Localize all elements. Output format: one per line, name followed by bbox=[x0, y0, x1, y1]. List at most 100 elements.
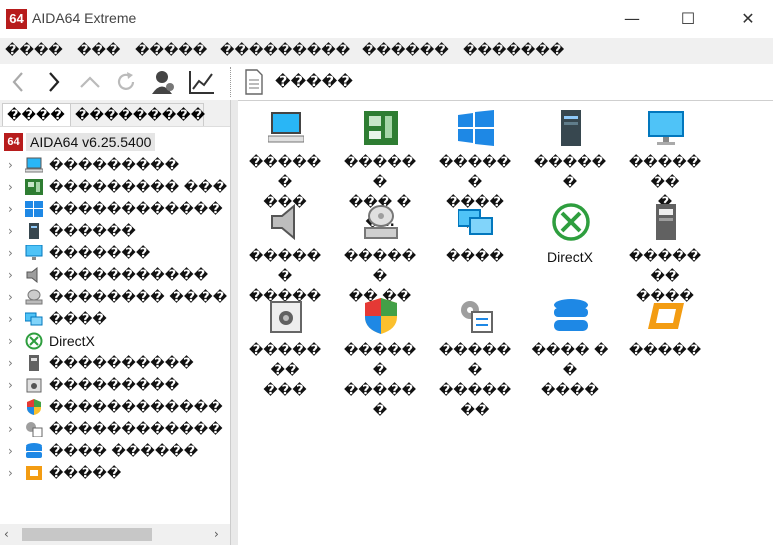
tree-item-benchmark[interactable]: › ����� bbox=[8, 462, 121, 484]
tree-item-motherboard[interactable]: › ��������� ��� bbox=[8, 176, 227, 198]
motherboard-icon bbox=[362, 109, 400, 147]
tree-item-software[interactable]: › ��������� bbox=[8, 374, 179, 396]
tree-item-display[interactable]: › ������� bbox=[8, 242, 150, 264]
menu-item-1[interactable]: ���� bbox=[5, 43, 63, 58]
chevron-right-icon[interactable]: › bbox=[8, 444, 20, 458]
grid-item-config[interactable]: ������ ������� bbox=[432, 293, 518, 418]
database-icon bbox=[552, 297, 590, 335]
tree-item-os[interactable]: › ������������ bbox=[8, 198, 223, 220]
grid-item-benchmark[interactable]: ����� bbox=[622, 293, 708, 383]
windows-icon bbox=[24, 200, 44, 218]
grid-item-directx[interactable]: DirectX bbox=[527, 199, 613, 289]
tree-item-devices[interactable]: › ���������� bbox=[8, 352, 194, 374]
tree-root[interactable]: 64 AIDA64 v6.25.5400 bbox=[4, 132, 156, 152]
menu-item-3[interactable]: ����� bbox=[135, 43, 207, 58]
forward-button[interactable] bbox=[40, 64, 68, 100]
tree-item-database[interactable]: › ���� ������ bbox=[8, 440, 198, 462]
config-icon bbox=[24, 420, 44, 438]
content-icon-grid: ��������� ��������� ��... �����������...… bbox=[238, 100, 773, 546]
close-button[interactable]: ✕ bbox=[728, 6, 768, 32]
speaker-icon bbox=[267, 203, 305, 241]
aida64-logo-icon: 64 bbox=[4, 133, 23, 151]
storage-icon bbox=[647, 203, 685, 241]
up-button[interactable] bbox=[76, 64, 104, 100]
chevron-right-icon[interactable]: › bbox=[8, 290, 20, 304]
forward-arrow-icon bbox=[49, 72, 60, 92]
report-button[interactable] bbox=[188, 64, 216, 100]
refresh-icon bbox=[117, 72, 135, 90]
tree-item-storage-devices[interactable]: › �������� ���� bbox=[8, 286, 227, 308]
tree-item-label: ������������ bbox=[49, 201, 223, 217]
config-icon bbox=[457, 297, 495, 335]
grid-item-label: ����� bbox=[628, 343, 702, 358]
tree-item-security[interactable]: › ������������ bbox=[8, 396, 223, 418]
tree-item-label: ������ bbox=[49, 223, 136, 239]
toolbar: ����� bbox=[0, 64, 773, 100]
security-icon bbox=[24, 398, 44, 416]
directx-icon bbox=[552, 203, 590, 241]
storage-icon bbox=[24, 354, 44, 372]
grid-item-computer[interactable]: ������ ��� bbox=[242, 105, 328, 210]
user-button[interactable] bbox=[150, 64, 178, 100]
grid-item-database[interactable]: ���� �� ���� bbox=[527, 293, 613, 398]
menu-item-2[interactable]: ��� bbox=[77, 43, 120, 58]
grid-item-os[interactable]: �����������... bbox=[432, 105, 518, 230]
grid-item-server[interactable]: ������ bbox=[527, 105, 613, 195]
tab-favorites[interactable]: ��������� bbox=[70, 103, 205, 127]
tree-item-computer[interactable]: › ��������� bbox=[8, 154, 179, 176]
grid-item-software[interactable]: ������� ��� bbox=[242, 293, 328, 398]
refresh-button[interactable] bbox=[112, 64, 140, 100]
document-icon bbox=[245, 69, 263, 95]
tree-item-config[interactable]: › ������������ bbox=[8, 418, 223, 440]
tree-root-label: AIDA64 v6.25.5400 bbox=[26, 133, 156, 151]
chevron-right-icon[interactable]: › bbox=[8, 202, 20, 216]
maximize-button[interactable]: ☐ bbox=[668, 6, 708, 32]
tree-item-directx[interactable]: › DirectX bbox=[8, 330, 95, 352]
scroll-right-icon[interactable]: › bbox=[214, 527, 219, 541]
chevron-right-icon[interactable]: › bbox=[8, 180, 20, 194]
chevron-right-icon[interactable]: › bbox=[8, 378, 20, 392]
chevron-right-icon[interactable]: › bbox=[8, 312, 20, 326]
chevron-right-icon[interactable]: › bbox=[8, 334, 20, 348]
grid-item-label: DirectX bbox=[547, 249, 593, 265]
grid-item-devices[interactable]: ������� ���� bbox=[622, 199, 708, 304]
network-icon bbox=[457, 203, 495, 241]
tree-item-label: �������� ���� bbox=[49, 289, 228, 305]
page-icon-box bbox=[240, 64, 268, 100]
tree-item-server[interactable]: › ������ bbox=[8, 220, 136, 242]
motherboard-icon bbox=[24, 178, 44, 196]
menu-item-6[interactable]: ������� bbox=[463, 43, 564, 58]
chevron-right-icon[interactable]: › bbox=[8, 422, 20, 436]
menu-bar: ���� ��� ����� ��������� ������ ������� bbox=[0, 38, 773, 64]
tree-horizontal-scrollbar[interactable]: ‹ › bbox=[0, 524, 230, 545]
chevron-right-icon[interactable]: › bbox=[8, 224, 20, 238]
grid-item-storage-devices[interactable]: �������� ���... bbox=[337, 199, 423, 324]
chevron-right-icon[interactable]: › bbox=[8, 158, 20, 172]
grid-item-security[interactable]: ������ ������ bbox=[337, 293, 423, 418]
navigation-tree: 64 AIDA64 v6.25.5400 › ��������� › �����… bbox=[0, 126, 230, 525]
computer-icon bbox=[24, 156, 44, 174]
chevron-right-icon[interactable]: › bbox=[8, 268, 20, 282]
grid-item-motherboard[interactable]: ��������� ��... bbox=[337, 105, 423, 230]
server-icon bbox=[24, 222, 44, 240]
app-logo: 64 bbox=[6, 9, 27, 29]
scrollbar-thumb[interactable] bbox=[22, 528, 152, 541]
tree-item-label: ���� bbox=[49, 311, 107, 327]
menu-item-5[interactable]: ������ bbox=[362, 43, 449, 58]
chevron-right-icon[interactable]: › bbox=[8, 246, 20, 260]
minimize-button[interactable]: — bbox=[612, 6, 652, 32]
grid-item-network[interactable]: ���� bbox=[432, 199, 518, 289]
menu-item-4[interactable]: ��������� bbox=[220, 43, 350, 58]
chevron-right-icon[interactable]: › bbox=[8, 466, 20, 480]
tree-item-network[interactable]: › ���� bbox=[8, 308, 107, 330]
tree-item-multimedia[interactable]: › ����������� bbox=[8, 264, 208, 286]
chart-icon bbox=[189, 71, 214, 94]
grid-item-display[interactable]: ������� � bbox=[622, 105, 708, 210]
chevron-right-icon[interactable]: › bbox=[8, 356, 20, 370]
scroll-left-icon[interactable]: ‹ bbox=[4, 527, 9, 541]
tab-menu[interactable]: ���� bbox=[2, 103, 72, 127]
chevron-right-icon[interactable]: › bbox=[8, 400, 20, 414]
back-button[interactable] bbox=[4, 64, 32, 100]
speaker-icon bbox=[24, 266, 44, 284]
grid-item-multimedia[interactable]: ������ ����� bbox=[242, 199, 328, 304]
